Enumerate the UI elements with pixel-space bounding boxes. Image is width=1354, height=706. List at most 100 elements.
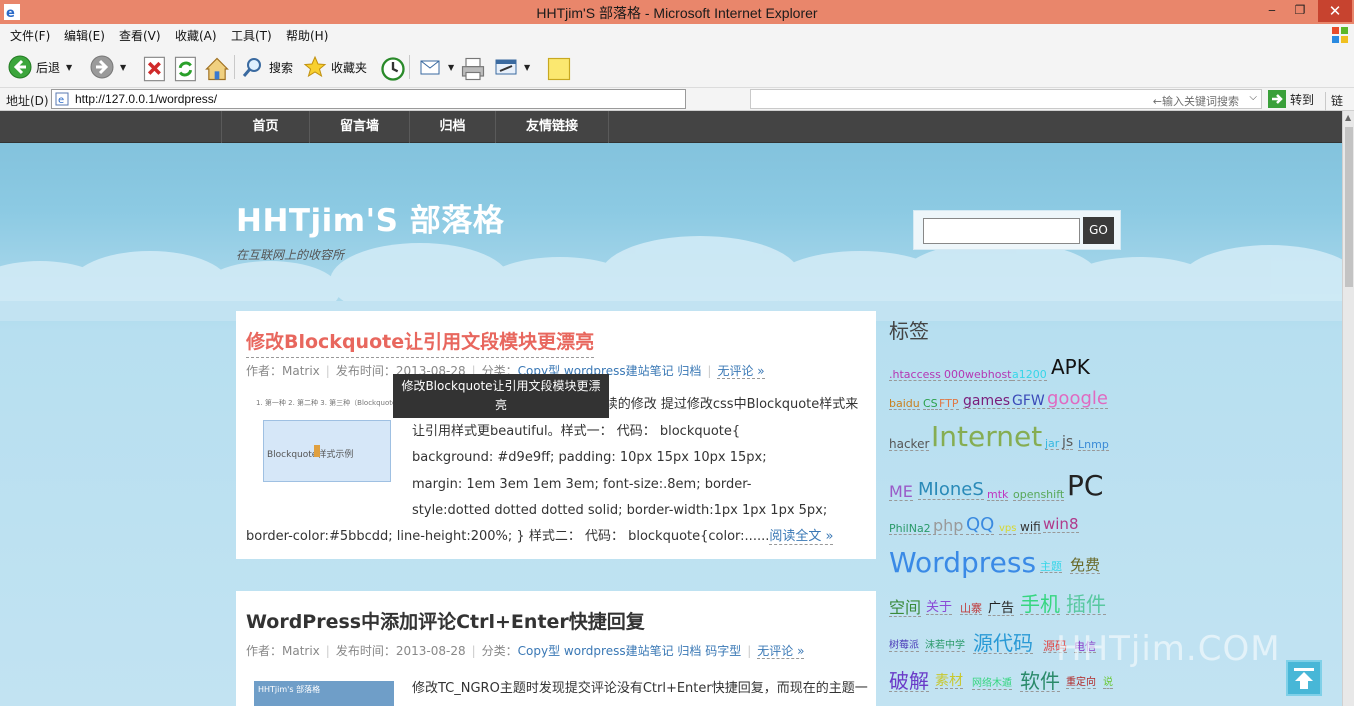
tag-link[interactable]: 免费 xyxy=(1070,558,1101,574)
tag-link[interactable]: 软件 xyxy=(1020,671,1060,692)
tag-link[interactable]: MIoneS xyxy=(918,481,984,500)
minimize-button[interactable]: ‒ xyxy=(1258,0,1286,22)
tag-link[interactable]: baidu xyxy=(889,398,920,410)
tag-link[interactable]: 沫若中学 xyxy=(925,641,965,652)
post-categories[interactable]: Copy型 wordpress建站笔记 归档 码字型 xyxy=(518,644,742,658)
tag-link[interactable]: 源代码 xyxy=(973,633,1033,654)
post-title[interactable]: 修改Blockquote让引用文段模块更漂亮 xyxy=(246,327,595,358)
stop-icon[interactable] xyxy=(141,55,169,83)
history-icon[interactable] xyxy=(379,55,407,83)
tag-link[interactable]: 破解 xyxy=(889,671,929,692)
nav-guestbook[interactable]: 留言墙 xyxy=(309,111,409,143)
tag-link[interactable]: a1200 xyxy=(1012,369,1047,381)
home-icon[interactable] xyxy=(203,55,231,83)
tag-link[interactable]: jar xyxy=(1045,438,1060,450)
address-bar: 地址(D) e http://127.0.0.1/wordpress/ ←输入关… xyxy=(0,88,1354,126)
nav-friend-links[interactable]: 友情链接 xyxy=(495,111,609,143)
vertical-scrollbar[interactable]: ▲ xyxy=(1342,111,1354,706)
back-dropdown-icon[interactable]: ▼ xyxy=(66,63,72,72)
close-button[interactable]: ✕ xyxy=(1318,0,1352,22)
site-search-input[interactable] xyxy=(923,218,1080,244)
tag-link[interactable]: PhilNa2 xyxy=(889,523,931,535)
back-to-top-button[interactable] xyxy=(1286,660,1322,696)
note-icon[interactable] xyxy=(545,55,573,83)
favorites-button[interactable]: 收藏夹 xyxy=(303,53,367,81)
post-comments[interactable]: 无评论 » xyxy=(717,364,765,379)
tag-link[interactable]: 000webhost xyxy=(944,369,1012,381)
tag-link[interactable]: hacker xyxy=(889,438,930,451)
tag-link[interactable]: PC xyxy=(1067,472,1103,500)
excerpt-line: background: #d9e9ff; padding: 10px 15px … xyxy=(412,450,767,465)
tag-link[interactable]: GFW xyxy=(1012,394,1045,409)
tag-link[interactable]: 树莓派 xyxy=(889,641,919,652)
tag-link[interactable]: php xyxy=(933,518,964,535)
menu-tools[interactable]: 工具(T) xyxy=(231,27,272,44)
tag-link[interactable]: games xyxy=(963,394,1011,409)
mail-dropdown-icon[interactable]: ▼ xyxy=(448,63,454,72)
goto-button[interactable]: 转到 xyxy=(1268,90,1314,108)
tag-link[interactable]: 手机 xyxy=(1020,594,1060,615)
tag-link[interactable]: 重定向 xyxy=(1066,678,1096,689)
address-label: 地址(D) xyxy=(6,94,49,108)
scroll-up-icon[interactable]: ▲ xyxy=(1345,113,1351,122)
menu-favorites[interactable]: 收藏(A) xyxy=(175,27,217,44)
print-icon[interactable] xyxy=(459,55,487,83)
tag-link[interactable]: 广告 xyxy=(988,602,1015,616)
scrollbar-thumb[interactable] xyxy=(1345,127,1353,287)
post-author: 作者：Matrix xyxy=(246,644,320,658)
tag-link[interactable]: FTP xyxy=(939,398,959,410)
mail-button[interactable]: ▼ xyxy=(418,53,454,81)
tag-link[interactable]: 素材 xyxy=(935,674,963,689)
maximize-button[interactable]: ❐ xyxy=(1286,0,1314,22)
nav-archive[interactable]: 归档 xyxy=(409,111,495,143)
edit-button[interactable]: ▼ xyxy=(494,53,530,81)
tag-link[interactable]: wifi xyxy=(1020,521,1041,534)
tag-link[interactable]: 主题 xyxy=(1040,561,1062,573)
menu-edit[interactable]: 编辑(E) xyxy=(64,27,105,44)
tag-link[interactable]: CS xyxy=(923,398,938,410)
menu-file[interactable]: 文件(F) xyxy=(10,27,50,44)
post-thumbnail[interactable]: HHTjim's 部落格 xyxy=(254,681,394,706)
search-dropdown-icon[interactable]: ⌵ xyxy=(1249,92,1257,103)
menu-view[interactable]: 查看(V) xyxy=(119,27,161,44)
tag-link[interactable]: js xyxy=(1062,435,1074,450)
tag-link[interactable]: 空间 xyxy=(889,600,922,617)
refresh-icon[interactable] xyxy=(172,55,200,83)
tag-link[interactable]: Wordpress xyxy=(889,549,1036,577)
post-comments[interactable]: 无评论 » xyxy=(757,644,805,659)
forward-dropdown-icon[interactable]: ▼ xyxy=(120,63,126,72)
tag-link[interactable]: 网络木遁 xyxy=(972,679,1012,690)
tag-link[interactable]: vps xyxy=(999,524,1017,535)
menu-help[interactable]: 帮助(H) xyxy=(286,27,328,44)
tag-link[interactable]: 关于 xyxy=(926,601,953,615)
back-label: 后退 xyxy=(36,60,61,75)
tag-link[interactable]: openshift xyxy=(1013,489,1065,501)
tag-link[interactable]: APK xyxy=(1051,357,1090,377)
keyword-search-input[interactable]: ←输入关键词搜索 ⌵ xyxy=(750,89,1262,109)
forward-button[interactable]: ▼ xyxy=(90,53,126,81)
tag-link[interactable]: google xyxy=(1047,390,1108,409)
tag-link[interactable]: mtk xyxy=(987,489,1009,501)
edit-dropdown-icon[interactable]: ▼ xyxy=(524,63,530,72)
mail-icon xyxy=(420,60,440,75)
tag-link[interactable]: 插件 xyxy=(1066,594,1106,615)
post-title[interactable]: WordPress中添加评论Ctrl+Enter快捷回复 xyxy=(246,607,645,634)
search-button[interactable]: 搜索 xyxy=(241,53,293,81)
favorites-label: 收藏夹 xyxy=(331,60,368,75)
tag-link[interactable]: Lnmp xyxy=(1078,439,1109,451)
tag-link[interactable]: Internet xyxy=(931,423,1042,451)
site-title[interactable]: HHTjim'S 部落格 xyxy=(236,195,504,240)
post-thumbnail[interactable]: 1. 第一种 2. 第二种 3. 第三种（Blockquote样式） 4. 第四… xyxy=(254,396,449,506)
tag-link[interactable]: ME xyxy=(889,484,913,501)
tag-link[interactable]: QQ xyxy=(966,516,995,535)
tag-link[interactable]: 说 xyxy=(1103,678,1113,689)
tag-link[interactable]: 山寨 xyxy=(960,603,982,615)
address-input[interactable]: e http://127.0.0.1/wordpress/ xyxy=(51,89,686,109)
nav-home[interactable]: 首页 xyxy=(221,111,309,143)
tag-link[interactable]: .htaccess xyxy=(889,369,941,381)
site-search-button[interactable]: GO xyxy=(1083,217,1114,244)
tag-link[interactable]: win8 xyxy=(1043,517,1079,533)
back-button[interactable]: 后退 ▼ xyxy=(8,53,72,81)
read-more-link[interactable]: 阅读全文 » xyxy=(769,529,834,545)
cursor-icon xyxy=(314,445,320,457)
